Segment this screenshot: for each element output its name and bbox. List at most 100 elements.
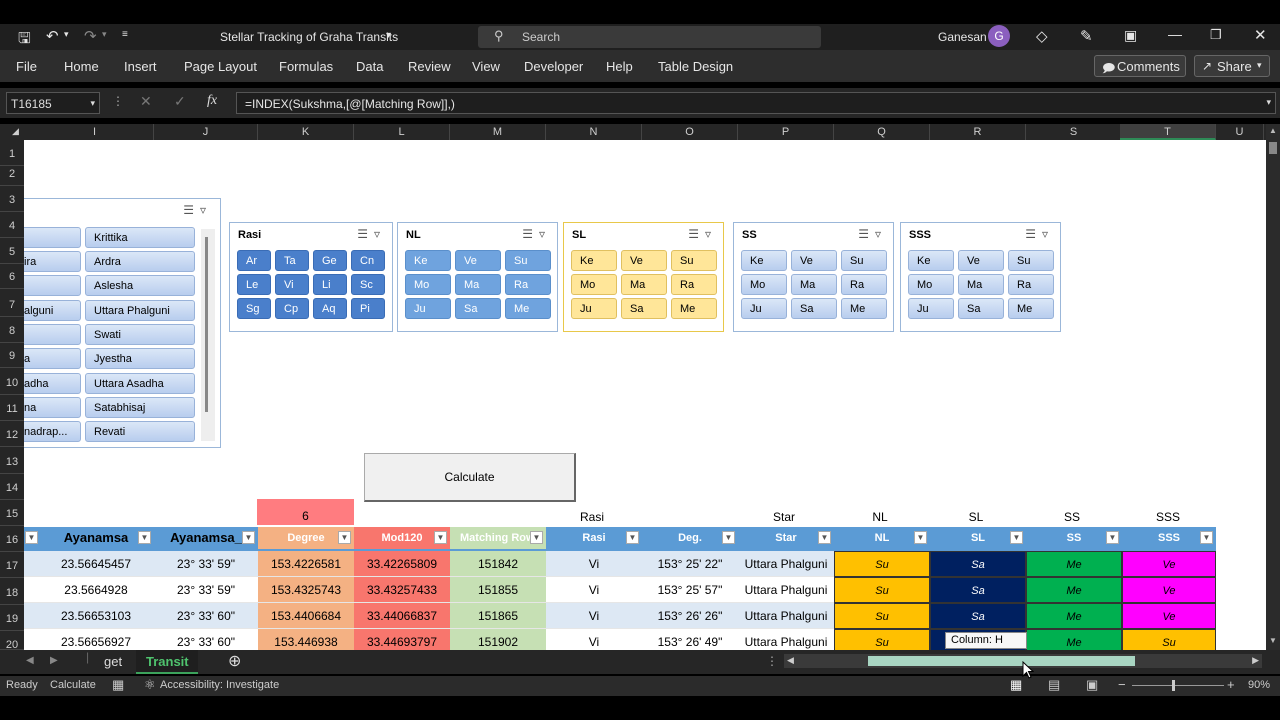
slicer-item[interactable]: ira — [24, 251, 81, 272]
row-header[interactable]: 18 — [0, 587, 24, 605]
table-cell[interactable]: Su — [834, 603, 930, 629]
table-cell[interactable]: Vi — [546, 629, 642, 650]
slicer-item[interactable]: Mo — [741, 274, 787, 295]
tab-developer[interactable]: Developer — [524, 59, 583, 74]
slicer-item[interactable]: Sa — [621, 298, 667, 319]
sl-slicer[interactable]: SL ☰▿ Ke Ve Su Mo Ma Ra Ju Sa Me — [563, 222, 724, 332]
filter-dropdown-icon[interactable]: ▼ — [530, 531, 543, 544]
slicer-item[interactable]: Le — [237, 274, 271, 295]
col-header[interactable]: M — [450, 124, 546, 140]
share-dropdown-icon[interactable]: ▾ — [1257, 60, 1262, 71]
table-header[interactable]: Ayanamsa_ ▼ — [154, 527, 258, 549]
filter-dropdown-icon[interactable]: ▼ — [434, 531, 447, 544]
window-title[interactable]: Stellar Tracking of Graha Transits — [220, 30, 398, 44]
slicer-item[interactable]: Ke — [571, 250, 617, 271]
filter-dropdown-icon[interactable]: ▼ — [1200, 531, 1213, 544]
row-header[interactable]: 19 — [0, 613, 24, 631]
table-header[interactable]: Deg. ▼ — [642, 527, 738, 549]
scroll-up-icon[interactable]: ▲ — [1269, 126, 1277, 135]
rasi-slicer[interactable]: Rasi ☰▿ Ar Ta Ge Cn Le Vi Li Sc Sg Cp Aq… — [229, 222, 393, 332]
row-header[interactable]: 17 — [0, 560, 24, 578]
slicer-item[interactable]: Su — [841, 250, 887, 271]
slicer-item[interactable]: alguni — [24, 300, 81, 321]
restore-icon[interactable]: ❐ — [1210, 27, 1222, 43]
table-cell[interactable]: 23.56653103 — [24, 603, 154, 629]
multi-select-icon[interactable]: ☰▿ — [183, 203, 212, 217]
slicer-item[interactable]: Vi — [275, 274, 309, 295]
table-cell[interactable]: Su — [834, 551, 930, 577]
name-box-dropdown-icon[interactable]: ▾ — [90, 98, 95, 109]
sheet-tab-transit[interactable]: Transit — [136, 650, 198, 674]
row-header[interactable]: 5 — [0, 246, 24, 264]
table-header[interactable]: SSS ▼ — [1122, 527, 1216, 549]
filter-dropdown-icon[interactable]: ▼ — [338, 531, 351, 544]
table-cell[interactable]: 151855 — [450, 577, 546, 603]
table-header[interactable]: NL ▼ — [834, 527, 930, 549]
table-cell[interactable]: Ve — [1122, 577, 1216, 603]
row-header[interactable]: 8 — [0, 325, 24, 343]
table-cell[interactable]: 23.56645457 — [24, 551, 154, 577]
tab-table-design[interactable]: Table Design — [658, 59, 733, 74]
slicer-item[interactable]: Revati — [85, 421, 195, 442]
slicer-item[interactable]: Sa — [958, 298, 1004, 319]
filter-dropdown-icon[interactable]: ▼ — [138, 531, 151, 544]
scroll-down-icon[interactable]: ▼ — [1269, 636, 1277, 645]
slicer-item[interactable]: Sc — [351, 274, 385, 295]
table-cell[interactable]: 33.44066837 — [354, 603, 450, 629]
table-cell[interactable]: Ve — [1122, 551, 1216, 577]
table-cell[interactable]: Me — [1026, 551, 1122, 577]
slicer-item[interactable]: Su — [671, 250, 717, 271]
slicer-item[interactable] — [24, 275, 81, 296]
table-cell[interactable]: 153° 26' 49" — [642, 629, 738, 650]
table-cell[interactable]: Uttara Phalguni — [738, 629, 834, 650]
worksheet-grid[interactable]: ☰▿ Krittika ira Ardra Aslesha alguni Utt… — [24, 140, 1266, 650]
slicer-item[interactable]: Ke — [908, 250, 954, 271]
multi-select-icon[interactable]: ☰▿ — [522, 227, 551, 241]
slicer-item[interactable]: Ra — [671, 274, 717, 295]
page-layout-view-icon[interactable]: ▤ — [1048, 677, 1060, 693]
slicer-item[interactable]: Cn — [351, 250, 385, 271]
table-cell[interactable]: Me — [1026, 603, 1122, 629]
col-header[interactable]: O — [642, 124, 738, 140]
tab-file[interactable]: File — [16, 59, 37, 74]
table-header[interactable]: Matching Row ▼ — [450, 527, 546, 549]
row-header[interactable]: 2 — [0, 168, 24, 186]
vertical-scrollbar[interactable]: ▲ ▼ — [1266, 124, 1280, 650]
page-break-view-icon[interactable]: ▣ — [1086, 677, 1098, 693]
tab-page-layout[interactable]: Page Layout — [184, 59, 257, 74]
filter-dropdown-icon[interactable]: ▼ — [1106, 531, 1119, 544]
filter-dropdown-icon[interactable]: ▼ — [1010, 531, 1023, 544]
table-cell[interactable]: Vi — [546, 603, 642, 629]
slicer-item[interactable]: Me — [841, 298, 887, 319]
slicer-item[interactable]: Li — [313, 274, 347, 295]
table-cell[interactable]: 153.446938 — [258, 629, 354, 650]
row-header[interactable]: 9 — [0, 350, 24, 368]
table-cell[interactable]: 151902 — [450, 629, 546, 650]
row-header[interactable]: 13 — [0, 456, 24, 474]
table-cell[interactable]: Su — [834, 577, 930, 603]
redo-dropdown-icon[interactable]: ▾ — [102, 29, 107, 40]
col-header[interactable]: N — [546, 124, 642, 140]
avatar[interactable]: G — [988, 25, 1010, 47]
table-cell[interactable]: 23° 33' 60" — [154, 603, 258, 629]
next-sheet-icon[interactable]: ▶ — [50, 655, 58, 666]
slicer-item[interactable]: Sa — [791, 298, 837, 319]
table-cell[interactable]: 153.4226581 — [258, 551, 354, 577]
table-cell[interactable]: 153° 25' 22" — [642, 551, 738, 577]
undo-dropdown-icon[interactable]: ▾ — [64, 29, 69, 40]
row-header[interactable]: 10 — [0, 377, 24, 395]
multi-select-icon[interactable]: ☰▿ — [858, 227, 887, 241]
table-cell[interactable]: Sa — [930, 603, 1026, 629]
scroll-thumb[interactable] — [1269, 142, 1277, 154]
filter-dropdown-icon[interactable]: ▼ — [25, 531, 38, 544]
table-header[interactable]: SL ▼ — [930, 527, 1026, 549]
slicer-item[interactable]: Cp — [275, 298, 309, 319]
table-header[interactable]: Star ▼ — [738, 527, 834, 549]
tab-view[interactable]: View — [472, 59, 500, 74]
nl-slicer[interactable]: NL ☰▿ Ke Ve Su Mo Ma Ra Ju Sa Me — [397, 222, 558, 332]
col-header[interactable]: L — [354, 124, 450, 140]
row-header[interactable]: 4 — [0, 220, 24, 238]
sss-slicer[interactable]: SSS ☰▿ Ke Ve Su Mo Ma Ra Ju Sa Me — [900, 222, 1061, 332]
table-header[interactable]: Ayanamsa ▼ — [38, 527, 154, 549]
table-cell[interactable]: Vi — [546, 551, 642, 577]
